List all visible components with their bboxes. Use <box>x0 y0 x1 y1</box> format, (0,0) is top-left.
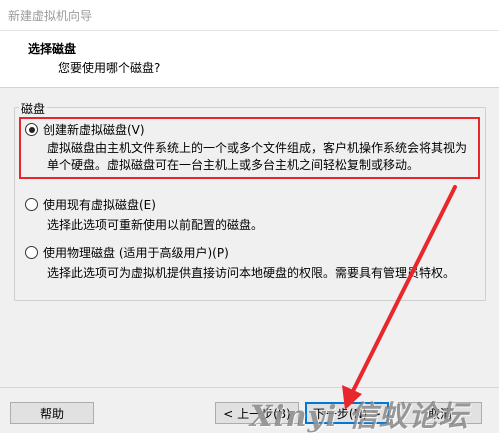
radio-button[interactable] <box>25 198 38 211</box>
description-line: 选择此选项可重新使用以前配置的磁盘。 <box>47 218 264 232</box>
red-highlight-box <box>19 117 480 179</box>
back-button[interactable]: < 上一步(B) <box>215 402 299 424</box>
footer-divider <box>0 387 499 388</box>
radio-label-use-physical-disk: 使用物理磁盘 (适用于高级用户)(P) <box>43 246 229 260</box>
window-title: 新建虚拟机向导 <box>8 9 93 23</box>
new-vm-wizard-window: 新建虚拟机向导 选择磁盘 您要使用哪个磁盘? 磁盘 创建新虚拟磁盘(V) 虚拟磁… <box>0 0 499 433</box>
radio-button[interactable] <box>25 246 38 259</box>
next-button[interactable]: 下一步(N) > <box>305 402 389 424</box>
page-title: 选择磁盘 <box>28 42 77 56</box>
description-line: 选择此选项可为虚拟机提供直接访问本地硬盘的权限。需要具有管理员特权。 <box>47 266 456 280</box>
cancel-button[interactable]: 取消 <box>398 402 482 424</box>
use-existing-disk-description: 选择此选项可重新使用以前配置的磁盘。 <box>47 217 263 234</box>
radio-label-use-existing-disk: 使用现有虚拟磁盘(E) <box>43 198 156 212</box>
title-bar: 新建虚拟机向导 <box>0 0 499 31</box>
disk-group-label: 磁盘 <box>19 100 48 117</box>
help-button[interactable]: 帮助 <box>10 402 94 424</box>
header-panel: 选择磁盘 您要使用哪个磁盘? <box>0 31 499 88</box>
radio-use-existing-disk[interactable]: 使用现有虚拟磁盘(E) <box>25 196 156 213</box>
radio-use-physical-disk[interactable]: 使用物理磁盘 (适用于高级用户)(P) <box>25 244 229 261</box>
page-subtitle: 您要使用哪个磁盘? <box>58 61 161 75</box>
use-physical-disk-description: 选择此选项可为虚拟机提供直接访问本地硬盘的权限。需要具有管理员特权。 <box>47 265 455 282</box>
